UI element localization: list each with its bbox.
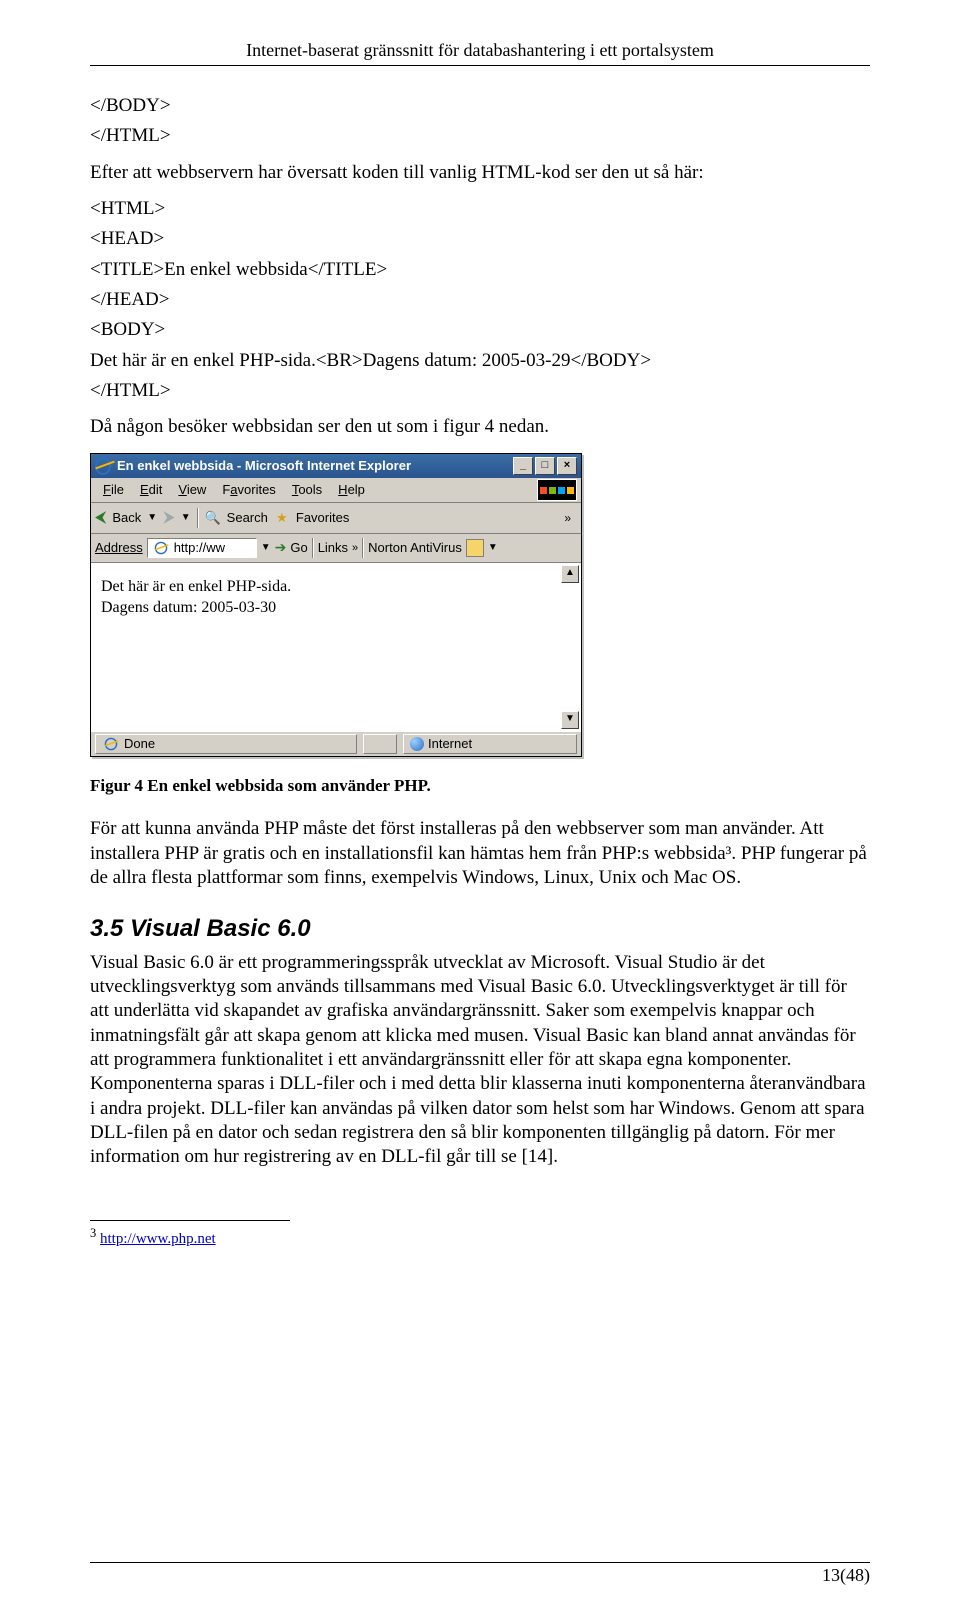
code-line: <HTML> (90, 197, 870, 221)
code-line: Det här är en enkel PHP-sida.<BR>Dagens … (90, 349, 870, 373)
address-input[interactable]: http://ww (147, 538, 257, 558)
back-button[interactable]: Back (112, 510, 141, 527)
back-icon[interactable]: ⮜ (95, 508, 106, 528)
code-line: <TITLE>En enkel webbsida</TITLE> (90, 258, 870, 282)
figure-caption: Figur 4 En enkel webbsida som använder P… (90, 775, 870, 797)
footnote: 3 http://www.php.net (90, 1225, 870, 1249)
content-line: Dagens datum: 2005-03-30 (101, 598, 571, 618)
dropdown-icon[interactable]: ▼ (261, 542, 271, 555)
favorites-icon[interactable]: ★ (274, 510, 290, 526)
norton-icon[interactable] (466, 539, 484, 557)
footnote-separator (90, 1220, 290, 1221)
paragraph: Då någon besöker webbsidan ser den ut so… (90, 415, 870, 439)
toolbar: ⮜ Back ▼ ⮞ ▼ 🔍 Search ★ Favorites » (91, 503, 581, 534)
section-heading: 3.5 Visual Basic 6.0 (90, 914, 870, 945)
maximize-button[interactable]: □ (535, 457, 555, 475)
go-button[interactable]: Go (290, 540, 307, 557)
content-line: Det här är en enkel PHP-sida. (101, 577, 571, 597)
ie-icon (105, 738, 118, 751)
menu-view[interactable]: View (170, 480, 214, 501)
code-line: </HTML> (90, 379, 870, 403)
code-line: </HEAD> (90, 288, 870, 312)
page-number: 13(48) (90, 1565, 870, 1586)
browser-window: En enkel webbsida - Microsoft Internet E… (90, 453, 582, 757)
paragraph: Efter att webbservern har översatt koden… (90, 161, 870, 185)
separator (197, 508, 199, 528)
status-sep (363, 734, 397, 754)
window-title: En enkel webbsida - Microsoft Internet E… (117, 458, 513, 475)
search-icon[interactable]: 🔍 (205, 510, 221, 526)
scroll-down-button[interactable]: ▼ (561, 711, 579, 729)
ie-icon (95, 458, 111, 474)
footer-rule (90, 1562, 870, 1563)
titlebar: En enkel webbsida - Microsoft Internet E… (91, 454, 581, 478)
menubar: File Edit View Favorites Tools Help (91, 478, 581, 503)
status-bar: Done Internet (91, 731, 581, 756)
code-line: </HTML> (90, 124, 870, 148)
status-zone: Internet (403, 734, 577, 754)
menu-edit[interactable]: Edit (132, 480, 170, 501)
minimize-button[interactable]: _ (513, 457, 533, 475)
chevron-down-icon[interactable]: ▼ (488, 542, 498, 555)
menu-file[interactable]: File (95, 480, 132, 501)
favorites-button[interactable]: Favorites (296, 510, 349, 527)
close-button[interactable]: × (557, 457, 577, 475)
separator (312, 538, 314, 558)
chevron-down-icon[interactable]: ▼ (147, 512, 157, 525)
chevron-down-icon[interactable]: ▼ (181, 512, 191, 525)
search-button[interactable]: Search (227, 510, 268, 527)
norton-label[interactable]: Norton AntiVirus (368, 540, 462, 557)
scroll-up-button[interactable]: ▲ (561, 565, 579, 583)
page-content: ▲ Det här är en enkel PHP-sida. Dagens d… (91, 563, 581, 731)
links-label[interactable]: Links (318, 540, 348, 557)
address-value: http://ww (174, 540, 225, 557)
overflow-icon[interactable]: » (352, 541, 358, 555)
menu-favorites[interactable]: Favorites (214, 480, 283, 501)
code-line: <HEAD> (90, 227, 870, 251)
page-icon (154, 542, 167, 555)
overflow-icon[interactable]: » (564, 511, 577, 526)
address-label: Address (95, 540, 143, 557)
separator (362, 538, 364, 558)
globe-icon (410, 737, 424, 751)
footnote-link[interactable]: http://www.php.net (100, 1231, 216, 1247)
running-head: Internet-baserat gränssnitt för databash… (90, 40, 870, 61)
windows-logo-icon (537, 479, 577, 501)
paragraph: För att kunna använda PHP måste det förs… (90, 817, 870, 890)
code-line: <BODY> (90, 318, 870, 342)
code-line: </BODY> (90, 94, 870, 118)
forward-icon[interactable]: ⮞ (163, 508, 175, 528)
status-done: Done (95, 734, 357, 754)
go-icon[interactable]: ➔ (275, 539, 287, 557)
address-bar: Address http://ww ▼ ➔ Go Links » Norton … (91, 534, 581, 563)
menu-tools[interactable]: Tools (284, 480, 330, 501)
menu-help[interactable]: Help (330, 480, 373, 501)
paragraph: Visual Basic 6.0 är ett programmeringssp… (90, 951, 870, 1170)
footnote-number: 3 (90, 1226, 96, 1240)
header-rule (90, 65, 870, 66)
